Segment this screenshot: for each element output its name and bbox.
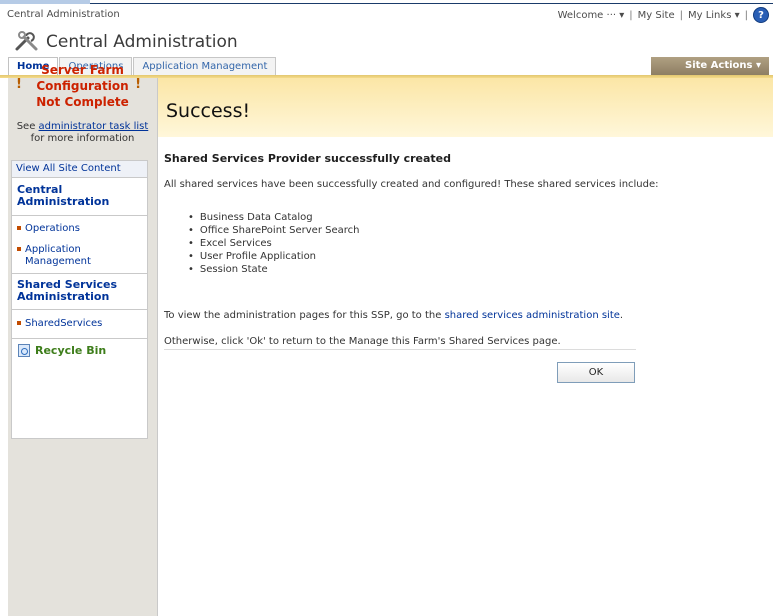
page-title: Success!	[166, 100, 251, 122]
divider	[164, 349, 636, 350]
tools-icon	[15, 31, 38, 51]
global-links: Welcome ··· ▾ | My Site | My Links ▾ | ?	[558, 7, 769, 23]
warning-line: Server Farm	[41, 63, 124, 77]
view-all-site-content[interactable]: View All Site Content	[12, 161, 147, 178]
divider	[12, 215, 147, 216]
bullet-icon	[17, 247, 21, 251]
warning-line: Not Complete	[36, 95, 129, 109]
chevron-down-icon: ▾	[619, 9, 625, 21]
view-admin-suffix: .	[619, 310, 624, 321]
site-breadcrumb[interactable]: Central Administration	[7, 9, 120, 20]
quicklaunch-item-label: Operations	[25, 223, 80, 234]
site-actions-menu[interactable]: Site Actions ▾	[651, 57, 769, 75]
top-accent-segment	[0, 0, 90, 4]
warning-note-prefix: See	[16, 121, 39, 132]
bullet-icon	[17, 321, 21, 325]
global-navigation: Central Administration Welcome ··· ▾ | M…	[0, 5, 773, 27]
quicklaunch-item-label: Management	[25, 256, 91, 267]
quicklaunch-heading-shared-services[interactable]: Shared Services Administration	[17, 279, 142, 303]
my-links-menu[interactable]: My Links ▾	[688, 10, 740, 21]
list-item: Excel Services	[188, 237, 359, 250]
view-admin-text: To view the administration pages for thi…	[164, 310, 623, 321]
list-item: Session State	[188, 263, 359, 276]
welcome-text: Welcome	[557, 9, 604, 21]
quicklaunch-item-sharedservices[interactable]: SharedServices	[17, 318, 102, 330]
divider	[12, 273, 147, 274]
recycle-bin-icon	[18, 344, 30, 357]
my-links-label: My Links	[687, 9, 732, 21]
quicklaunch-item-label: Application	[25, 244, 81, 255]
view-all-site-content-label: View All Site Content	[16, 163, 121, 174]
warning-icon: !	[135, 77, 141, 92]
chevron-down-icon: ▾	[734, 9, 740, 21]
administrator-task-list-link[interactable]: administrator task list	[39, 121, 149, 132]
divider	[12, 338, 147, 339]
otherwise-text: Otherwise, click 'Ok' to return to the M…	[164, 336, 561, 347]
success-description: All shared services have been successful…	[164, 179, 659, 190]
quick-launch: View All Site Content Central Administra…	[11, 160, 148, 439]
separator: |	[679, 9, 683, 21]
success-heading: Shared Services Provider successfully cr…	[164, 152, 451, 165]
view-admin-prefix: To view the administration pages for thi…	[164, 310, 445, 321]
list-item: Office SharePoint Server Search	[188, 224, 360, 237]
quicklaunch-item-operations[interactable]: Operations	[17, 223, 80, 235]
divider	[12, 309, 147, 310]
separator: |	[629, 9, 633, 21]
bullet-icon	[17, 226, 21, 230]
page-title-banner: Success!	[158, 78, 773, 137]
warning-icon: !	[16, 77, 22, 92]
shared-services-admin-link[interactable]: shared services administration site	[445, 310, 620, 321]
ok-button[interactable]: OK	[557, 362, 635, 383]
separator: |	[744, 9, 748, 21]
warning-note: See administrator task list for more inf…	[8, 121, 157, 145]
site-title-bar: Central Administration	[0, 27, 773, 55]
list-item: Business Data Catalog	[188, 211, 359, 224]
quicklaunch-heading-central[interactable]: Central Administration	[17, 184, 137, 208]
quicklaunch-item-application-management[interactable]: Application Management	[17, 244, 91, 268]
warning-note-suffix: for more information	[30, 133, 135, 144]
list-item: User Profile Application	[188, 250, 359, 263]
my-site-link[interactable]: My Site	[638, 10, 675, 21]
recycle-bin-link[interactable]: Recycle Bin	[18, 344, 106, 357]
quicklaunch-item-label: SharedServices	[25, 318, 103, 329]
welcome-menu[interactable]: Welcome ··· ▾	[558, 10, 625, 21]
farm-config-warning: ! ! Server Farm Configuration Not Comple…	[8, 62, 157, 110]
recycle-bin-label: Recycle Bin	[35, 344, 107, 357]
user-name: ···	[606, 9, 617, 21]
top-accent-rule	[90, 3, 773, 4]
services-list: Business Data Catalog Office SharePoint …	[188, 211, 360, 276]
page-site-title[interactable]: Central Administration	[46, 32, 238, 52]
help-icon[interactable]: ?	[753, 7, 769, 23]
